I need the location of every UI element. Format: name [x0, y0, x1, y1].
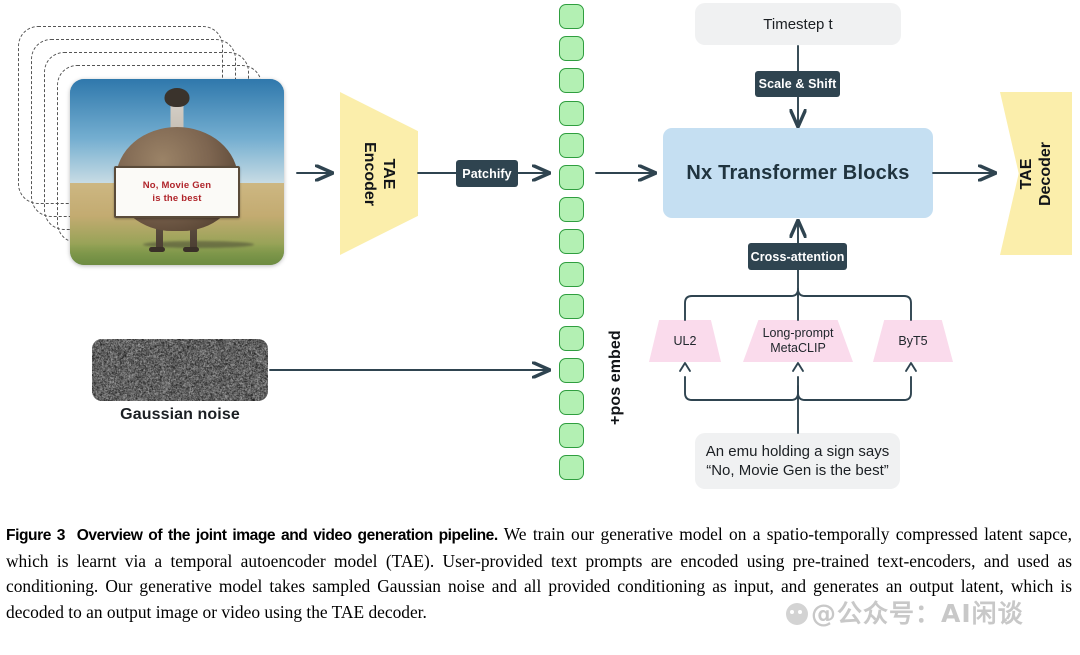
latent-token [559, 68, 584, 93]
pipeline-diagram: No, Movie Gen is the best Gaussian noise… [0, 0, 1080, 520]
latent-token [559, 455, 584, 480]
wire-byt5-to-crossattn [798, 289, 911, 320]
latent-token [559, 423, 584, 448]
tae-encoder-label-line2: Encoder [361, 141, 378, 205]
text-encoder-ul2: UL2 [649, 320, 721, 362]
arrow-ul2-in [680, 363, 690, 371]
emu-foot-left [149, 247, 165, 252]
latent-token [559, 197, 584, 222]
tae-decoder-label-line1: TAE [1018, 158, 1035, 189]
caption-bold-title: Overview of the joint image and video ge… [77, 527, 498, 544]
figure-caption: Figure 3 Overview of the joint image and… [0, 522, 1080, 625]
text-encoder-metaclip: Long-prompt MetaCLIP [743, 320, 853, 362]
input-image-emu: No, Movie Gen is the best [70, 79, 284, 265]
cross-attention-block: Cross-attention [748, 243, 847, 270]
latent-token [559, 4, 584, 29]
text-encoder-metaclip-label-line2: MetaCLIP [770, 341, 826, 355]
cross-attention-label: Cross-attention [751, 250, 845, 264]
arrow-byt5-in [906, 363, 916, 371]
emu-foot-right [183, 247, 199, 252]
text-encoder-byt5-label: ByT5 [898, 334, 927, 348]
latent-token [559, 326, 584, 351]
text-encoder-ul2-label: UL2 [674, 334, 697, 348]
latent-token [559, 165, 584, 190]
scale-shift-label: Scale & Shift [759, 77, 837, 91]
timestep-box: Timestep t [695, 3, 901, 45]
latent-token [559, 133, 584, 158]
caption-figure-number: Figure 3 [6, 527, 65, 544]
caption-figure-label: Figure 3 Overview of the joint image and… [6, 527, 498, 544]
transformer-blocks: Nx Transformer Blocks [663, 128, 933, 218]
text-prompt-line-1: An emu holding a sign says [706, 442, 889, 461]
latent-token [559, 262, 584, 287]
text-prompt-box: An emu holding a sign says “No, Movie Ge… [695, 433, 900, 489]
latent-token [559, 358, 584, 383]
tae-decoder-label: TAE Decoder [1017, 141, 1055, 205]
wire-prompt-to-byt5 [798, 377, 911, 400]
emu-sign-line-2: is the best [152, 192, 201, 205]
latent-token [559, 36, 584, 61]
emu-head [165, 88, 190, 107]
latent-token [559, 390, 584, 415]
tae-decoder-label-line2: Decoder [1037, 141, 1054, 205]
latent-token [559, 101, 584, 126]
text-encoder-metaclip-label-line1: Long-prompt [763, 326, 834, 340]
tae-encoder-label: TAE Encoder [360, 141, 398, 205]
text-encoder-byt5: ByT5 [873, 320, 953, 362]
tae-decoder-block: TAE Decoder [1000, 92, 1072, 255]
gaussian-noise-patch [92, 339, 268, 401]
arrow-metaclip-in [793, 363, 803, 371]
noise-texture [92, 339, 268, 401]
emu-sign: No, Movie Gen is the best [114, 166, 240, 218]
text-prompt-line-2: “No, Movie Gen is the best” [706, 461, 889, 480]
patchify-label: Patchify [462, 167, 511, 181]
latent-token [559, 294, 584, 319]
tae-encoder-label-line1: TAE [380, 158, 397, 189]
tae-encoder-block: TAE Encoder [340, 92, 418, 255]
patchify-block: Patchify [456, 160, 518, 187]
latent-token [559, 229, 584, 254]
scale-shift-block: Scale & Shift [755, 71, 840, 97]
transformer-blocks-label: Nx Transformer Blocks [686, 162, 909, 185]
pos-embed-label: +pos embed [607, 285, 625, 425]
gaussian-noise-label: Gaussian noise [92, 406, 268, 424]
wire-ul2-to-crossattn [685, 289, 798, 320]
wire-prompt-to-ul2 [685, 377, 798, 400]
timestep-label: Timestep t [763, 15, 832, 34]
emu-sign-line-1: No, Movie Gen [143, 179, 212, 192]
